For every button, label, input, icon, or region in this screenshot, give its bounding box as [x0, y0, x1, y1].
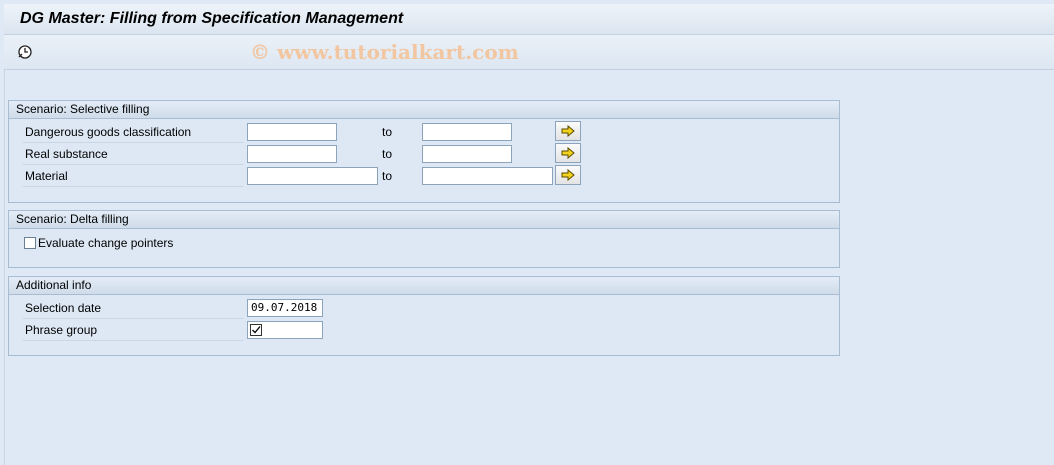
- dg-classification-from-input[interactable]: [247, 123, 337, 141]
- multiple-selection-arrow-icon: [561, 169, 575, 181]
- to-label: to: [382, 169, 393, 183]
- row-label: Selection date: [25, 301, 102, 315]
- selection-date-input[interactable]: 09.07.2018: [247, 299, 323, 317]
- real-substance-multi-select-button[interactable]: [555, 143, 581, 163]
- dg-classification-multi-select-button[interactable]: [555, 121, 581, 141]
- phrase-group-input[interactable]: [247, 321, 323, 339]
- group-additional-info: Additional info Selection date 09.07.201…: [8, 276, 840, 356]
- to-label: to: [382, 125, 393, 139]
- evaluate-change-pointers-checkbox[interactable]: [24, 237, 36, 249]
- watermark: © www.tutorialkart.com: [250, 40, 519, 64]
- material-to-input[interactable]: [422, 167, 553, 185]
- row-label: Real substance: [25, 147, 108, 161]
- row-divider: [23, 318, 243, 319]
- group-delta-filling: Scenario: Delta filling Evaluate change …: [8, 210, 840, 268]
- application-toolbar: © www.tutorialkart.com: [4, 35, 1054, 70]
- row-divider: [23, 340, 243, 341]
- checkbox-checked-icon: [250, 324, 262, 336]
- group-selective-filling: Scenario: Selective filling Dangerous go…: [8, 100, 840, 203]
- group-header: Scenario: Selective filling: [9, 101, 839, 119]
- to-label: to: [382, 147, 393, 161]
- evaluate-change-pointers-label: Evaluate change pointers: [38, 236, 174, 250]
- page-title: DG Master: Filling from Specification Ma…: [20, 10, 404, 27]
- row-divider: [23, 142, 243, 143]
- execute-clock-icon[interactable]: [16, 43, 34, 61]
- multiple-selection-arrow-icon: [561, 125, 575, 137]
- row-label: Phrase group: [25, 323, 98, 337]
- real-substance-from-input[interactable]: [247, 145, 337, 163]
- material-from-input[interactable]: [247, 167, 378, 185]
- group-header: Additional info: [9, 277, 839, 295]
- title-bar: DG Master: Filling from Specification Ma…: [4, 4, 1054, 35]
- row-label: Material: [25, 169, 68, 183]
- multiple-selection-arrow-icon: [561, 147, 575, 159]
- dg-classification-to-input[interactable]: [422, 123, 512, 141]
- material-multi-select-button[interactable]: [555, 165, 581, 185]
- row-divider: [23, 186, 243, 187]
- row-divider: [23, 164, 243, 165]
- group-header: Scenario: Delta filling: [9, 211, 839, 229]
- real-substance-to-input[interactable]: [422, 145, 512, 163]
- row-label: Dangerous goods classification: [25, 125, 192, 139]
